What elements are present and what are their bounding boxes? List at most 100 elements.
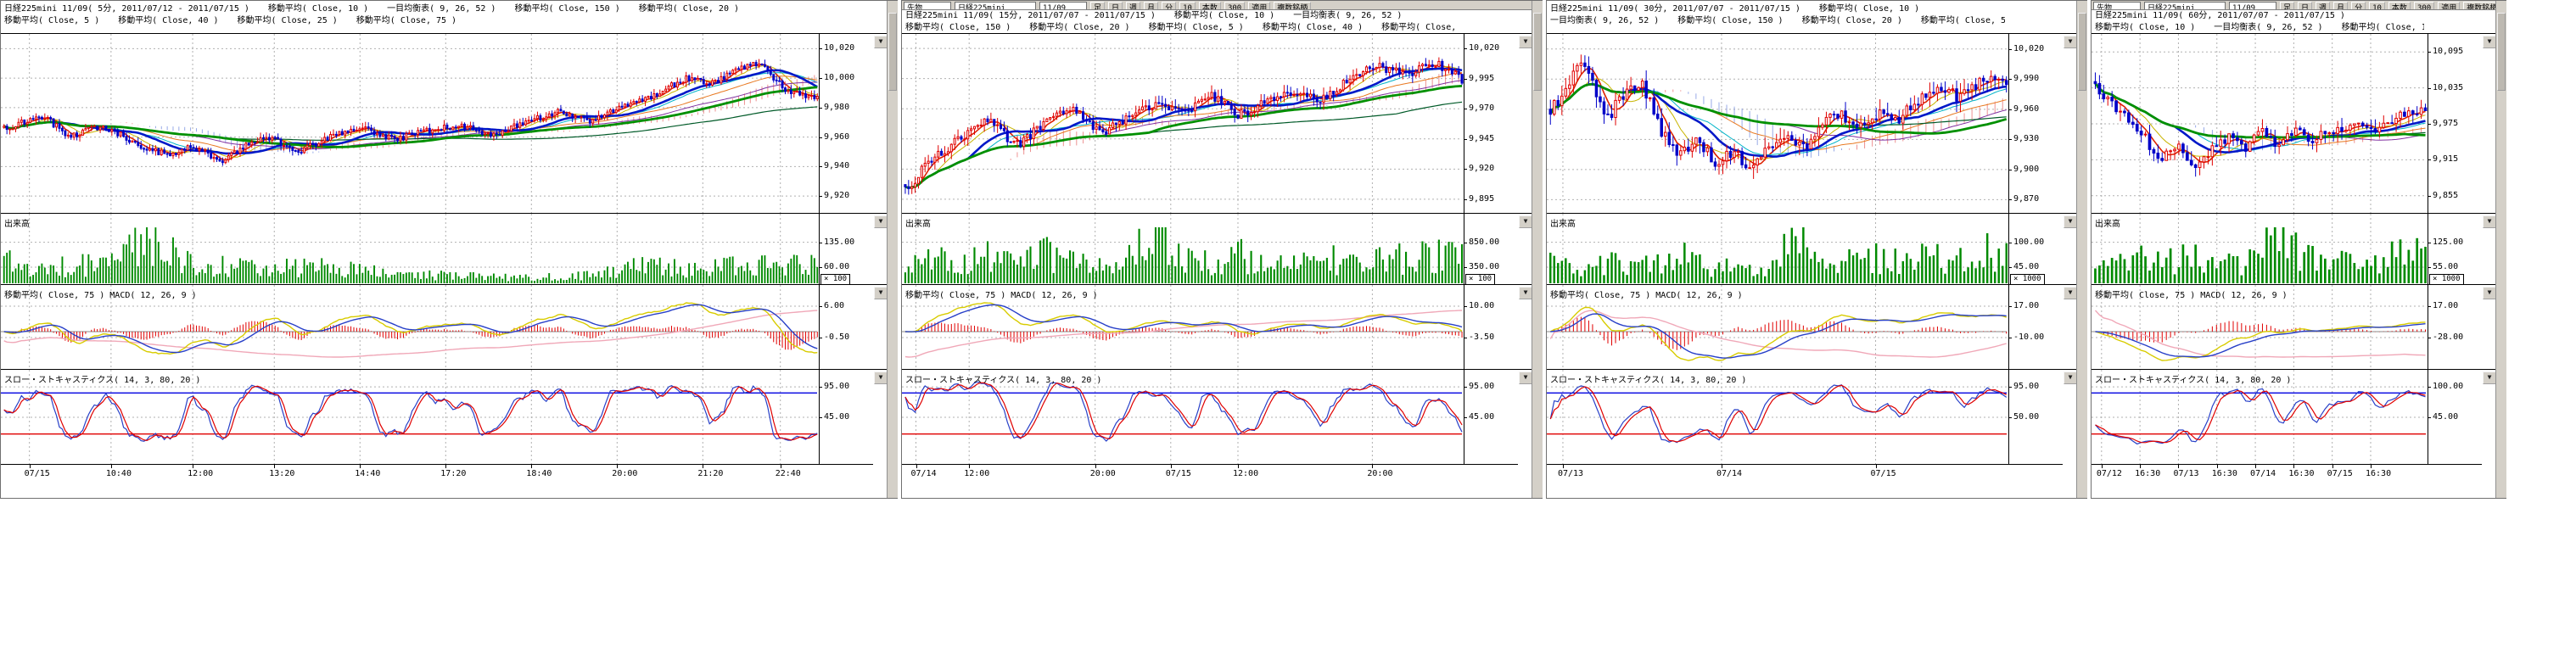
section-dropdown-button[interactable]: ▼ — [2483, 371, 2496, 384]
toolbar-button[interactable]: 週 — [1126, 2, 1140, 10]
toolbar-button[interactable]: 足 — [1090, 2, 1105, 10]
vertical-scrollbar[interactable] — [2076, 1, 2087, 498]
volume-plot[interactable] — [2092, 214, 2428, 285]
macd-axis-label: 17.00 — [2433, 301, 2458, 310]
price-axis-label: 10,095 — [2433, 47, 2463, 56]
toolbar-button[interactable]: 月 — [2333, 2, 2348, 10]
vertical-scrollbar[interactable] — [887, 1, 898, 498]
section-dropdown-button[interactable]: ▼ — [874, 36, 888, 48]
toolbar-button[interactable]: 日 — [2298, 2, 2312, 10]
section-dropdown-button[interactable]: ▼ — [2483, 287, 2496, 299]
toolbar-button[interactable]: 日 — [1108, 2, 1123, 10]
time-axis-label: 13:20 — [269, 469, 294, 478]
price-axis-label: 10,020 — [1469, 43, 1499, 53]
toolbar-button[interactable]: 300 — [2414, 2, 2434, 10]
toolbar-button[interactable]: 足 — [2280, 2, 2294, 10]
vertical-scrollbar[interactable] — [2495, 1, 2506, 498]
time-axis-label: 16:30 — [2135, 469, 2160, 478]
section-dropdown-button[interactable]: ▼ — [874, 287, 888, 299]
toolbar-button[interactable]: 適用 — [2438, 2, 2460, 10]
instrument-dropdown[interactable]: 11/09 — [2229, 2, 2276, 10]
toolbar-button[interactable]: 適用 — [1248, 2, 1270, 10]
toolbar-button[interactable]: 300 — [1224, 2, 1245, 10]
instrument-dropdown[interactable]: 先物 — [904, 2, 951, 10]
instrument-dropdown[interactable]: 11/09 — [1039, 2, 1087, 10]
toolbar-button[interactable]: 分 — [2351, 2, 2366, 10]
price-axis-label: 9,915 — [2433, 154, 2458, 164]
macd-axis-label: 6.00 — [824, 301, 844, 310]
macd-axis-label: -0.50 — [824, 332, 849, 342]
stoch-axis-label: 45.00 — [2433, 412, 2458, 422]
toolbar-button[interactable]: 10 — [1179, 2, 1196, 10]
vertical-scrollbar[interactable] — [1532, 1, 1543, 498]
instrument-dropdown[interactable]: 日経225mini — [2144, 2, 2226, 10]
scrollbar-thumb[interactable] — [2078, 13, 2086, 91]
section-dropdown-button[interactable]: ▼ — [2483, 36, 2496, 48]
volume-section-title: 出来高 — [905, 216, 931, 229]
instrument-dropdown[interactable]: 日経225mini — [955, 2, 1036, 10]
section-dropdown-button[interactable]: ▼ — [2483, 215, 2496, 228]
time-axis-label: 10:40 — [106, 469, 132, 478]
scrollbar-thumb[interactable] — [1533, 13, 1542, 91]
time-axis-label: 12:00 — [1233, 469, 1258, 478]
macd-axis-label: 17.00 — [2013, 301, 2039, 310]
section-dropdown-button[interactable]: ▼ — [2064, 371, 2077, 384]
price-plot[interactable] — [1, 34, 819, 214]
chart-indicator-segment: 移動平均( Close, 25 ) — [238, 16, 338, 25]
price-plot[interactable] — [2092, 34, 2428, 214]
instrument-dropdown[interactable]: 先物 — [2093, 2, 2141, 10]
section-dropdown-button[interactable]: ▼ — [1519, 371, 1532, 384]
section-dropdown-button[interactable]: ▼ — [1519, 287, 1532, 299]
scrollbar-thumb[interactable] — [888, 13, 897, 91]
plot-right-border — [2008, 285, 2009, 369]
chart-indicator-segment: 移動平均( Close, 150 ) — [1677, 16, 1783, 25]
toolbar-button[interactable]: 月 — [1144, 2, 1158, 10]
section-dropdown-button[interactable]: ▼ — [874, 371, 888, 384]
volume-section-title: 出来高 — [1550, 216, 1576, 229]
plot-right-border — [2008, 214, 2009, 284]
toolbar-button[interactable]: 分 — [1162, 2, 1176, 10]
time-axis-tick — [617, 465, 618, 468]
price-plot[interactable] — [902, 34, 1464, 214]
chart-indicator-segment: 移動平均( Close, 75 ) — [356, 16, 456, 25]
chart-window-15min: 先物日経225mini11/09足日週月分10本数300適用複数銘柄日経225m… — [901, 0, 1543, 499]
section-dropdown-button[interactable]: ▼ — [2064, 215, 2077, 228]
section-dropdown-button[interactable]: ▼ — [2064, 36, 2077, 48]
chart-indicator-segment: 移動平均( Close, 10 ) — [2095, 23, 2195, 32]
macd-axis-label: -3.50 — [1469, 332, 1494, 342]
chart-title-segment: 一目均衡表( 9, 26, 52 ) — [387, 4, 496, 14]
stoch-axis-label: 45.00 — [824, 412, 849, 422]
volume-plot[interactable] — [902, 214, 1464, 285]
price-axis-labels: 10,09510,0359,9759,9159,855 — [2428, 34, 2482, 214]
toolbar-button[interactable]: 本数 — [1199, 2, 1221, 10]
chart-title-segment: 移動平均( Close, 20 ) — [639, 4, 739, 14]
price-axis-labels: 10,02010,0009,9809,9609,9409,920 — [819, 34, 873, 214]
section-dropdown-button[interactable]: ▼ — [2064, 287, 2077, 299]
volume-plot[interactable] — [1547, 214, 2008, 285]
chart-window-5min: 日経225mini 11/09( 5分, 2011/07/12 - 2011/0… — [0, 0, 898, 499]
time-axis-label: 07/13 — [2173, 469, 2198, 478]
volume-section: 135.0060.00× 100▼出来高 — [1, 213, 887, 284]
time-axis-label: 12:00 — [964, 469, 989, 478]
price-axis-label: 9,970 — [1469, 103, 1494, 113]
stoch-axis-label: 95.00 — [1469, 382, 1494, 391]
time-axis-label: 07/15 — [1166, 469, 1191, 478]
toolbar-button[interactable]: 10 — [2369, 2, 2385, 10]
time-axis-tick — [916, 465, 917, 468]
toolbar-button[interactable]: 複数銘柄 — [1274, 2, 1311, 10]
section-dropdown-button[interactable]: ▼ — [1519, 215, 1532, 228]
scrollbar-thumb[interactable] — [2497, 13, 2506, 91]
time-axis-label: 14:40 — [355, 469, 380, 478]
toolbar-button[interactable]: 本数 — [2388, 2, 2411, 10]
macd-section: 17.00-10.00▼移動平均( Close, 75 ) MACD( 12, … — [1547, 284, 2076, 369]
toolbar-button[interactable]: 週 — [2316, 2, 2330, 10]
section-dropdown-button[interactable]: ▼ — [1519, 36, 1532, 48]
price-plot[interactable] — [1547, 34, 2008, 214]
section-dropdown-button[interactable]: ▼ — [874, 215, 888, 228]
chart-indicator-line: 移動平均( Close, 10 )一目均衡表( 9, 26, 52 )移動平均(… — [2095, 22, 2424, 34]
plot-right-border — [2008, 370, 2009, 464]
toolbar-sliver: 先物日経225mini11/09足日週月分10本数300適用複数銘柄 — [902, 1, 1542, 10]
chart-window-30min: 日経225mini 11/09( 30分, 2011/07/07 - 2011/… — [1546, 0, 2087, 499]
volume-plot[interactable] — [1, 214, 819, 285]
time-axis-label: 07/15 — [1871, 469, 1896, 478]
